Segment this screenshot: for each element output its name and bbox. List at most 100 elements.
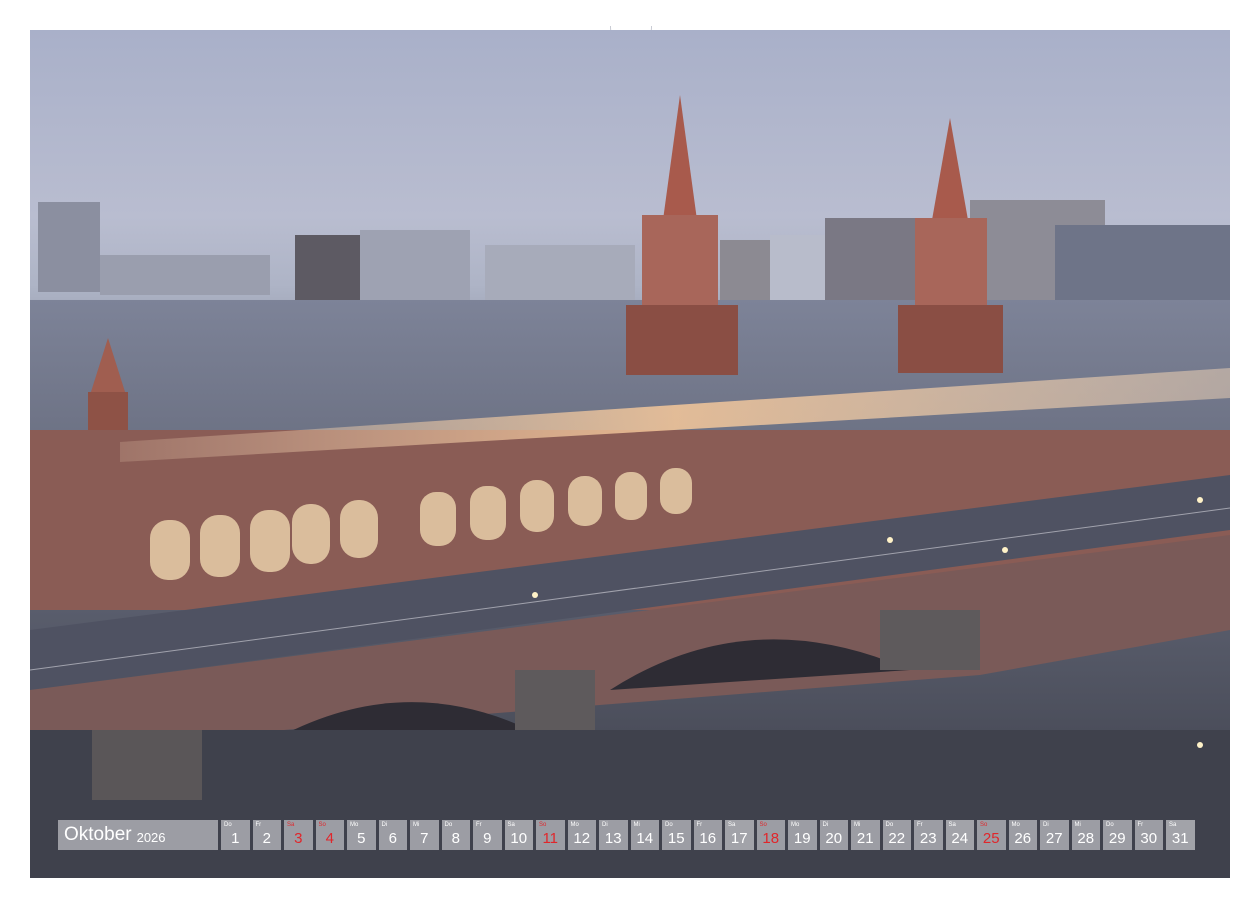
- day-cell: Sa 3: [284, 820, 313, 850]
- day-cell: Mi 28: [1071, 820, 1100, 850]
- day-abbr: Mi: [413, 822, 420, 828]
- month-name: Oktober: [64, 824, 132, 845]
- day-abbr: Fr: [1137, 822, 1144, 828]
- day-number: 29: [1108, 830, 1126, 847]
- day-cell: Sa 24: [945, 820, 974, 850]
- day-abbr: Do: [444, 822, 453, 828]
- day-abbr: Mo: [1011, 822, 1020, 828]
- day-abbr: Do: [665, 822, 673, 828]
- day-abbr: Mi: [633, 822, 640, 828]
- day-number: 23: [919, 830, 937, 847]
- day-number: 18: [762, 830, 780, 847]
- day-abbr: Sa: [728, 822, 736, 828]
- day-abbr: Mo: [350, 822, 359, 828]
- calendar-grid: Oktober 2026 Do 1 Fr 2 Sa 3 So 4 Mo 5 Di 6 Mi 7 Do 8 Fr 9…: [58, 820, 1195, 850]
- day-number: 19: [793, 830, 811, 847]
- oberbaum-bridge-photo: [30, 95, 1230, 878]
- day-cell: So 25: [977, 820, 1006, 850]
- day-cell: Sa 31: [1166, 820, 1195, 850]
- day-cell: Mi 21: [851, 820, 880, 850]
- day-abbr: Mi: [854, 822, 861, 828]
- day-abbr: Fr: [476, 822, 482, 828]
- day-number: 21: [856, 830, 874, 847]
- day-number: 15: [667, 830, 685, 847]
- day-number: 1: [231, 830, 240, 847]
- day-cell: Do 1: [221, 820, 250, 850]
- month-label: Oktober 2026: [58, 820, 218, 850]
- day-cell: Do 15: [662, 820, 691, 850]
- day-cell: Mi 7: [410, 820, 439, 850]
- day-number: 26: [1014, 830, 1032, 847]
- day-number: 28: [1077, 830, 1095, 847]
- day-number: 3: [294, 830, 303, 847]
- day-abbr: Sa: [948, 822, 956, 828]
- day-cell: Mo 12: [567, 820, 596, 850]
- day-cell: Mo 19: [788, 820, 817, 850]
- day-cell: Mo 5: [347, 820, 376, 850]
- day-cells: Do 1 Fr 2 Sa 3 So 4 Mo 5 Di 6 Mi 7 Do 8 Fr 9 Sa 10 So 11 Mo 12 D…: [221, 820, 1195, 850]
- day-number: 17: [730, 830, 748, 847]
- day-cell: Mo 26: [1008, 820, 1037, 850]
- day-number: 30: [1140, 830, 1158, 847]
- day-abbr: Mo: [791, 822, 800, 828]
- day-number: 25: [982, 830, 1000, 847]
- day-number: 31: [1171, 830, 1189, 847]
- day-abbr: Mo: [570, 822, 579, 828]
- day-number: 14: [636, 830, 654, 847]
- day-cell: Di 13: [599, 820, 628, 850]
- month-year: 2026: [136, 829, 166, 845]
- day-abbr: Fr: [917, 822, 923, 828]
- day-number: 13: [604, 830, 622, 847]
- day-cell: Di 27: [1040, 820, 1069, 850]
- day-number: 10: [510, 830, 528, 847]
- day-cell: So 4: [315, 820, 344, 850]
- day-abbr: Fr: [255, 822, 262, 828]
- day-number: 4: [325, 830, 334, 847]
- day-cell: So 18: [756, 820, 785, 850]
- day-cell: Sa 10: [504, 820, 533, 850]
- day-number: 7: [420, 830, 429, 847]
- day-cell: Fr 9: [473, 820, 502, 850]
- day-abbr: Di: [602, 822, 608, 828]
- day-abbr: Sa: [1169, 822, 1177, 828]
- day-cell: Di 20: [819, 820, 848, 850]
- day-number: 16: [699, 830, 717, 847]
- day-abbr: So: [980, 822, 988, 828]
- day-cell: Do 22: [882, 820, 911, 850]
- day-cell: Fr 16: [693, 820, 722, 850]
- day-abbr: Do: [1106, 822, 1114, 828]
- day-number: 8: [451, 830, 460, 847]
- day-number: 9: [483, 830, 492, 847]
- day-abbr: Mi: [1074, 822, 1081, 828]
- day-abbr: Do: [224, 822, 232, 828]
- day-cell: Fr 30: [1134, 820, 1163, 850]
- day-abbr: Do: [885, 822, 894, 828]
- day-number: 12: [573, 830, 591, 847]
- day-abbr: Di: [822, 822, 829, 828]
- day-number: 6: [388, 830, 397, 847]
- day-number: 27: [1045, 830, 1063, 847]
- day-abbr: So: [318, 822, 326, 828]
- day-number: 24: [951, 830, 969, 847]
- day-abbr: Sa: [507, 822, 515, 828]
- calendar-photo: [30, 30, 1230, 878]
- day-cell: Fr 2: [252, 820, 281, 850]
- day-cell: Do 8: [441, 820, 470, 850]
- day-abbr: Di: [381, 822, 388, 828]
- day-cell: Fr 23: [914, 820, 943, 850]
- day-cell: Di 6: [378, 820, 407, 850]
- day-abbr: Di: [1043, 822, 1049, 828]
- day-abbr: So: [759, 822, 767, 828]
- day-cell: So 11: [536, 820, 565, 850]
- day-number: 5: [357, 830, 366, 847]
- day-number: 11: [542, 830, 559, 847]
- day-abbr: So: [539, 822, 547, 828]
- day-abbr: Sa: [287, 822, 295, 828]
- day-number: 20: [825, 830, 843, 847]
- day-number: 22: [888, 830, 906, 847]
- day-number: 2: [262, 830, 271, 847]
- day-cell: Do 29: [1103, 820, 1132, 850]
- day-cell: Mi 14: [630, 820, 659, 850]
- day-cell: Sa 17: [725, 820, 754, 850]
- day-abbr: Fr: [696, 822, 703, 828]
